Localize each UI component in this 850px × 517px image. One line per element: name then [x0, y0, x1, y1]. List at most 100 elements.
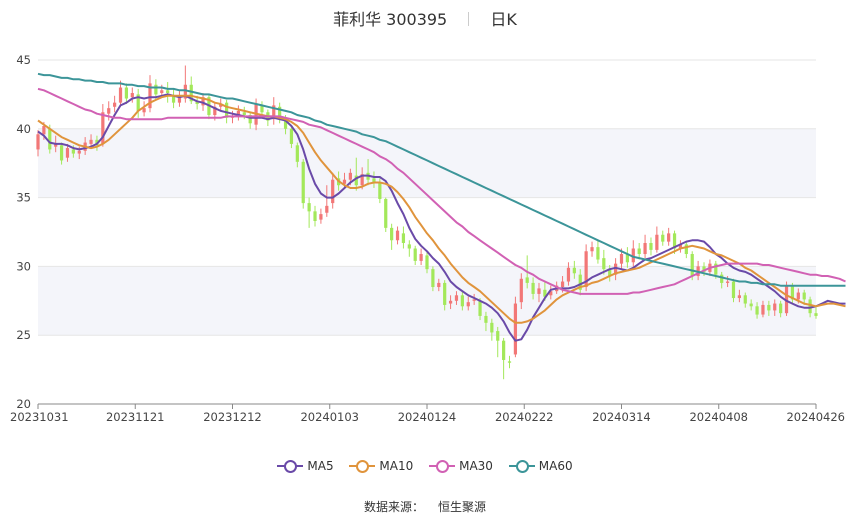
x-tick-label: 20231212	[203, 410, 262, 424]
candle[interactable]	[101, 104, 105, 147]
candle[interactable]	[113, 95, 117, 113]
candle[interactable]	[631, 240, 635, 267]
x-axis: 20231031 20231121 20231212 20240103 20240124…	[10, 403, 845, 424]
candle[interactable]	[678, 240, 683, 253]
candle-body	[590, 247, 594, 252]
candle-body	[124, 87, 129, 99]
candle[interactable]	[272, 97, 276, 125]
candle-body	[413, 248, 417, 261]
candle[interactable]	[684, 241, 688, 259]
candle-body	[384, 198, 388, 228]
y-tick-label: 20	[16, 397, 31, 411]
candle-body	[643, 243, 647, 255]
y-tick-label: 40	[16, 122, 31, 136]
candle-body	[130, 93, 134, 98]
legend-item-ma30[interactable]: MA30	[429, 459, 493, 473]
candle-body	[48, 128, 52, 150]
plot-band	[38, 266, 816, 336]
candle[interactable]	[171, 88, 176, 109]
legend-item-ma5[interactable]: MA5	[277, 459, 334, 473]
data-source: 数据来源： 恒生聚源	[0, 498, 850, 515]
candle-body	[779, 303, 783, 314]
candle-body	[655, 234, 659, 250]
y-axis: 20 25 30 35 40 45	[16, 53, 31, 411]
legend-item-ma60[interactable]: MA60	[508, 459, 573, 473]
candle[interactable]	[248, 112, 252, 129]
candle-body	[796, 292, 800, 300]
legend-ma30-label: MA30	[459, 459, 493, 473]
candle[interactable]	[384, 197, 388, 232]
candle-body	[448, 300, 453, 304]
candle-body	[319, 214, 323, 220]
candle[interactable]	[643, 234, 647, 259]
candle[interactable]	[655, 226, 659, 253]
candle[interactable]	[507, 355, 512, 369]
legend-ma60-label: MA60	[538, 459, 573, 473]
candle-body	[649, 243, 653, 250]
candle-body	[390, 227, 394, 241]
candle-body	[537, 288, 541, 294]
legend-ma5-label: MA5	[307, 459, 334, 473]
candle-body	[325, 205, 329, 213]
candle[interactable]	[413, 245, 417, 266]
candle[interactable]	[177, 90, 182, 107]
candle-body	[761, 304, 765, 315]
candle[interactable]	[590, 241, 594, 257]
candle[interactable]	[661, 230, 665, 246]
candle-body	[661, 234, 665, 242]
candle-body	[566, 267, 571, 282]
legend-ma10-label: MA10	[379, 459, 414, 473]
candle-body	[478, 300, 482, 316]
y-tick-label: 35	[16, 191, 31, 205]
legend-ma30-icon	[429, 460, 456, 473]
candle[interactable]	[502, 337, 506, 380]
candle-body	[242, 112, 246, 116]
candle-body	[460, 295, 464, 307]
candle-body	[36, 134, 40, 150]
legend-item-ma10[interactable]: MA10	[349, 459, 413, 473]
candle-body	[89, 139, 93, 144]
candle-body	[113, 102, 117, 107]
plot-band	[38, 128, 816, 198]
candle-body	[667, 233, 671, 242]
candle[interactable]	[313, 205, 317, 227]
candle[interactable]	[625, 247, 630, 268]
candle[interactable]	[301, 159, 305, 209]
candle[interactable]	[513, 296, 518, 358]
candle[interactable]	[166, 82, 170, 103]
candle-body	[767, 304, 771, 311]
candle[interactable]	[401, 226, 406, 249]
candle-body	[431, 269, 435, 288]
candle-body	[59, 145, 64, 161]
candle[interactable]	[236, 105, 241, 121]
candle[interactable]	[390, 223, 394, 250]
candle-body	[749, 303, 753, 307]
legend-ma60-icon	[508, 460, 535, 473]
candle-body	[525, 277, 529, 283]
candle[interactable]	[407, 240, 411, 257]
candle-body	[407, 244, 411, 249]
candle[interactable]	[307, 197, 311, 228]
legend-ma5-icon	[277, 460, 304, 473]
candle[interactable]	[667, 227, 671, 246]
candle[interactable]	[419, 248, 423, 266]
candle-body	[425, 255, 429, 270]
candle-body	[690, 254, 694, 277]
candle-body	[737, 295, 741, 299]
candle[interactable]	[266, 109, 270, 127]
candle[interactable]	[319, 208, 323, 224]
candle[interactable]	[596, 240, 600, 264]
candle[interactable]	[395, 226, 400, 245]
candle[interactable]	[148, 75, 152, 113]
candle-body	[619, 254, 624, 264]
candle-body	[395, 230, 400, 241]
candle-body	[496, 331, 500, 341]
x-tick-label: 20240124	[398, 410, 457, 424]
candle-body	[77, 150, 81, 154]
y-tick-label: 45	[16, 53, 31, 67]
candle[interactable]	[649, 237, 653, 256]
candle-body	[814, 313, 818, 316]
candle[interactable]	[142, 101, 146, 117]
candle-body	[519, 278, 523, 303]
candle[interactable]	[496, 326, 500, 358]
